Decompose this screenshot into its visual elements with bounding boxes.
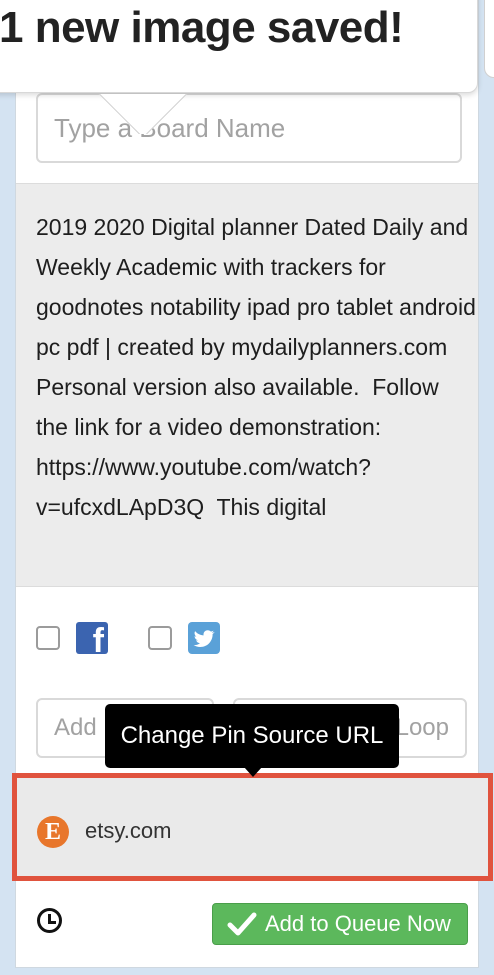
checkmark-icon <box>227 912 257 936</box>
description-text: 2019 2020 Digital planner Dated Daily an… <box>36 214 476 520</box>
pin-description[interactable]: 2019 2020 Digital planner Dated Daily an… <box>16 183 478 587</box>
twitter-icon <box>188 622 220 654</box>
saved-toast: 1 new image saved! <box>0 0 478 93</box>
toast-arrow <box>98 94 188 134</box>
source-url-tooltip: Change Pin Source URL <box>105 704 399 777</box>
facebook-glyph: f <box>92 622 104 660</box>
facebook-icon: f <box>76 622 108 658</box>
queue-button-label: Add to Queue Now <box>265 911 451 936</box>
clock-icon[interactable] <box>37 908 62 933</box>
tooltip-text: Change Pin Source URL <box>120 722 384 749</box>
add-to-queue-button[interactable]: Add to Queue Now <box>212 903 468 945</box>
loop-field-placeholder: Loop <box>395 714 449 741</box>
add-field-placeholder: Add <box>54 714 97 741</box>
etsy-icon: E <box>37 816 69 848</box>
adjacent-toast-edge <box>484 0 494 78</box>
source-domain: etsy.com <box>85 818 172 843</box>
twitter-bird-icon <box>193 630 215 647</box>
facebook-checkbox[interactable] <box>36 626 60 650</box>
twitter-checkbox[interactable] <box>148 626 172 650</box>
toast-message: 1 new image saved! <box>0 3 404 52</box>
pin-source-row[interactable]: E etsy.com <box>12 773 493 881</box>
